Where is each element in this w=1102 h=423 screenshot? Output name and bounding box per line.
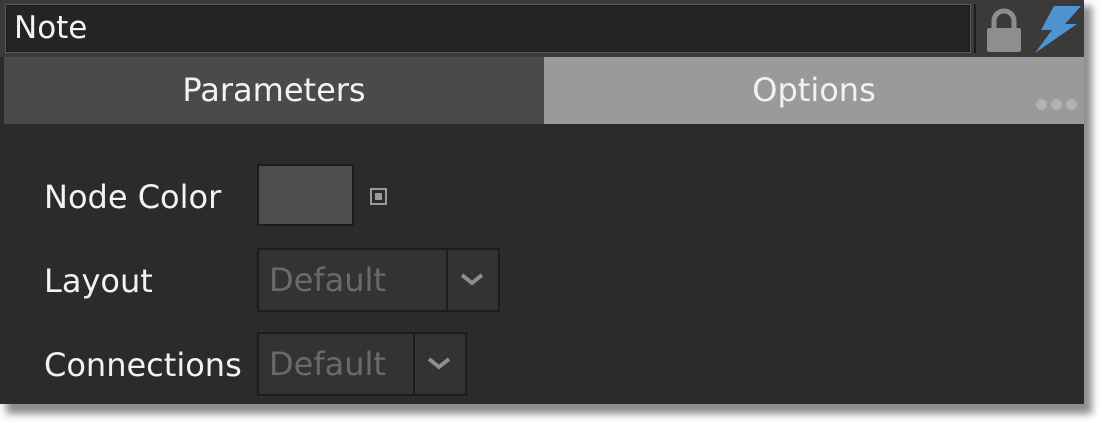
- tab-parameters[interactable]: Parameters: [4, 57, 544, 124]
- more-dots-icon[interactable]: [1036, 95, 1084, 110]
- lightning-bolt-icon[interactable]: [1032, 4, 1082, 54]
- connections-dropdown[interactable]: Default: [257, 332, 467, 396]
- chevron-down-icon[interactable]: [413, 334, 465, 394]
- layout-dropdown[interactable]: Default: [257, 248, 500, 312]
- layout-label: Layout: [44, 262, 153, 300]
- tab-bar: Parameters Options: [0, 57, 1084, 124]
- node-properties-panel: Note Parameters Options Node Color Layou…: [0, 0, 1084, 404]
- layout-dropdown-value: Default: [269, 261, 386, 299]
- connections-label: Connections: [44, 346, 242, 384]
- reset-square-icon[interactable]: [370, 188, 387, 205]
- lock-icon[interactable]: [984, 7, 1024, 53]
- chevron-down-icon[interactable]: [446, 250, 498, 310]
- tab-options[interactable]: Options: [544, 57, 1084, 124]
- title-separator: [974, 4, 976, 53]
- connections-dropdown-value: Default: [269, 345, 386, 383]
- node-color-label: Node Color: [44, 178, 222, 216]
- node-name-field[interactable]: Note: [5, 4, 971, 53]
- title-bar: Note: [0, 0, 1084, 57]
- node-color-swatch[interactable]: [257, 164, 354, 226]
